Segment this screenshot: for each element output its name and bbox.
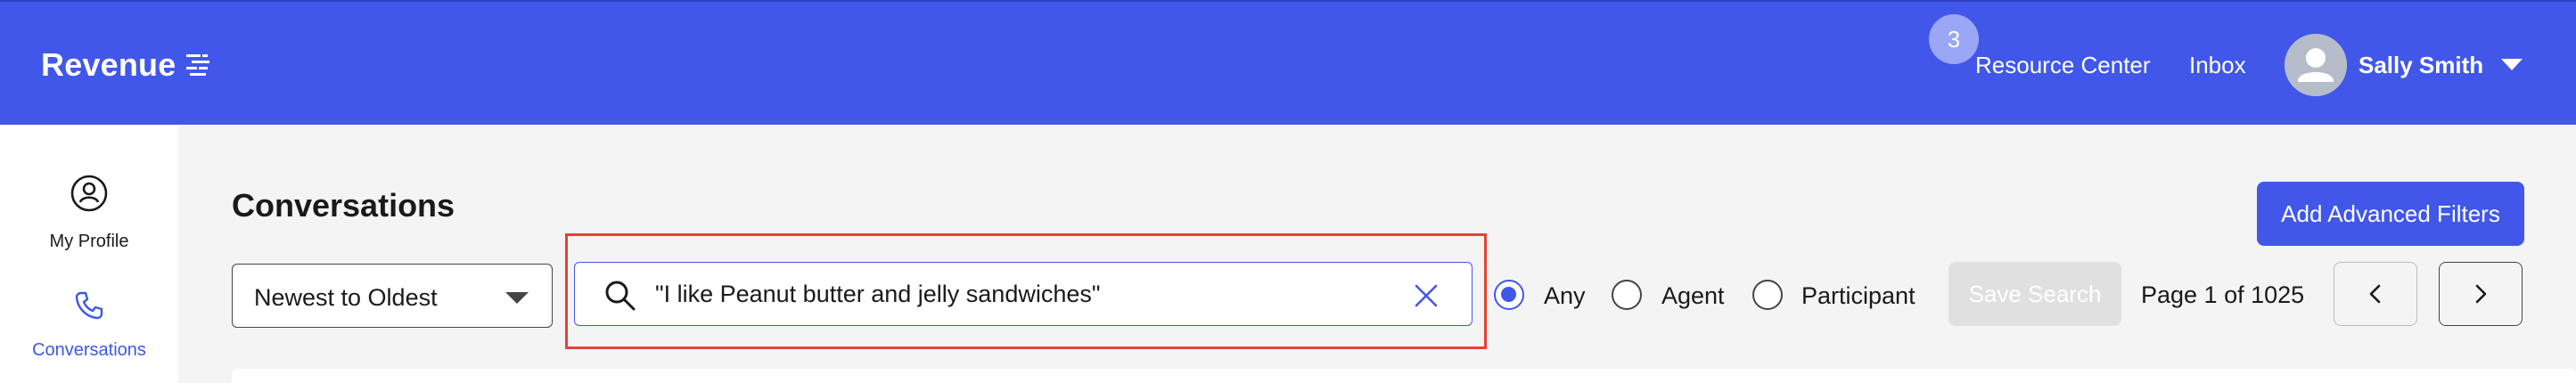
previous-page-button[interactable]	[2334, 262, 2417, 326]
radio-participant-label[interactable]: Participant	[1801, 282, 1916, 310]
sidebar-item-conversations[interactable]: Conversations	[0, 290, 178, 361]
resource-center-link[interactable]: Resource Center	[1975, 52, 2151, 79]
search-icon	[605, 281, 636, 311]
caret-down-icon	[505, 292, 529, 304]
next-page-button[interactable]	[2439, 262, 2523, 326]
logo-lines-icon	[186, 54, 210, 76]
phone-icon	[75, 291, 103, 320]
radio-agent[interactable]	[1612, 280, 1642, 310]
avatar[interactable]	[2285, 34, 2347, 96]
sidebar-item-label: Conversations	[32, 340, 146, 360]
inbox-link[interactable]: Inbox	[2189, 52, 2246, 79]
user-circle-icon	[70, 175, 108, 212]
radio-any[interactable]	[1494, 280, 1524, 310]
user-avatar-icon	[2285, 34, 2347, 96]
sidebar-item-label: My Profile	[49, 232, 129, 251]
sidebar-item-my-profile[interactable]: My Profile	[0, 175, 178, 252]
pagination-label: Page 1 of 1025	[2141, 281, 2305, 308]
save-search-button[interactable]: Save Search	[1948, 262, 2121, 326]
search-input[interactable]: "I like Peanut butter and jelly sandwich…	[574, 262, 1473, 326]
page-title: Conversations	[232, 187, 455, 224]
radio-agent-label[interactable]: Agent	[1661, 282, 1725, 310]
chevron-right-icon	[2475, 284, 2487, 304]
close-icon[interactable]	[1413, 282, 1440, 309]
chevron-left-icon	[2369, 284, 2381, 304]
top-navigation-bar: Revenue 3 Resource Center Inbox Sally Sm…	[0, 0, 2576, 125]
add-advanced-filters-button[interactable]: Add Advanced Filters	[2257, 182, 2524, 246]
search-query-text: "I like Peanut butter and jelly sandwich…	[655, 281, 1101, 307]
sort-order-value: Newest to Oldest	[254, 284, 438, 311]
user-name[interactable]: Sally Smith	[2359, 52, 2483, 79]
results-panel	[232, 369, 2576, 383]
sort-order-select[interactable]: Newest to Oldest	[232, 264, 553, 328]
sidebar: My Profile Conversations	[0, 125, 178, 383]
logo-text: Revenue	[41, 46, 176, 83]
chevron-down-icon[interactable]	[2501, 59, 2523, 70]
radio-any-label[interactable]: Any	[1544, 282, 1586, 310]
notification-badge[interactable]: 3	[1929, 14, 1979, 64]
radio-participant[interactable]	[1752, 280, 1783, 310]
revenue-logo[interactable]: Revenue	[41, 46, 213, 84]
